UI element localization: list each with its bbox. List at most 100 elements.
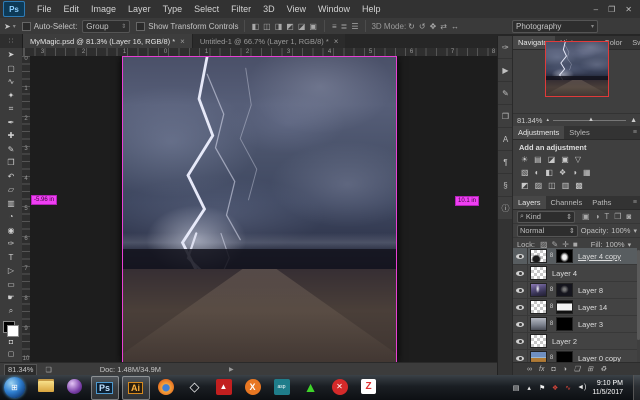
3d-drag-icon[interactable]: ✥ <box>430 22 437 31</box>
menu-item[interactable]: Image <box>85 4 122 14</box>
distribute-bottom-icon[interactable]: ☰ <box>351 22 358 31</box>
close-tab-icon[interactable]: × <box>334 37 339 46</box>
menu-item[interactable]: Select <box>188 4 225 14</box>
restore-button[interactable]: ❐ <box>608 5 615 14</box>
tab-layers[interactable]: Layers <box>513 196 546 209</box>
menu-item[interactable]: Type <box>157 4 189 14</box>
filter-smart-objects-icon[interactable]: ◙ <box>626 212 631 221</box>
type-tool[interactable]: T <box>0 251 22 265</box>
network-icon[interactable]: ∿ <box>564 384 572 392</box>
photoshop[interactable]: Ps <box>91 376 119 400</box>
panel-tab[interactable]: Paths <box>587 196 616 209</box>
horizontal-guide[interactable] <box>122 56 397 57</box>
hidden-icons-arrow[interactable]: ▴ <box>525 384 533 392</box>
panel-tab[interactable]: Channels <box>546 196 588 209</box>
shape-tool[interactable]: ▭ <box>0 278 22 292</box>
layer-style-icon[interactable]: fx <box>539 366 544 373</box>
layer-thumbnail[interactable] <box>530 249 547 263</box>
black-white-icon[interactable]: ◧ <box>545 168 553 177</box>
3d-slide-icon[interactable]: ⇄ <box>440 22 447 31</box>
layer-name[interactable]: Layer 0 copy <box>575 354 621 363</box>
layer-row[interactable]: 8 Layer 3 <box>513 316 637 333</box>
eraser-tool[interactable]: ▱ <box>0 183 22 197</box>
navigator-zoom-slider[interactable]: ▲ <box>553 120 626 121</box>
layer-thumbnail[interactable] <box>530 351 547 362</box>
show-transform-checkbox[interactable] <box>136 22 145 31</box>
3d-roll-icon[interactable]: ↺ <box>419 22 426 31</box>
show-desktop-button[interactable] <box>633 375 640 400</box>
battery-icon[interactable]: ▤ <box>512 384 520 392</box>
visibility-toggle[interactable] <box>513 333 528 349</box>
menu-item[interactable]: Window <box>312 4 356 14</box>
zoom-in-icon[interactable]: ▲ <box>630 117 637 124</box>
history-brush-tool[interactable]: ↶ <box>0 170 22 184</box>
toolbar-collapse-button[interactable]: ∷ <box>0 34 23 48</box>
delete-layer-icon[interactable]: ♻ <box>600 365 606 373</box>
layer-row[interactable]: 8 Layer 4 copy <box>513 248 637 265</box>
panel-menu-icon[interactable]: ≡ <box>633 199 640 206</box>
slider-thumb[interactable]: ▲ <box>588 117 594 123</box>
dodge-tool[interactable]: ◉ <box>0 224 22 238</box>
vertical-guide-left[interactable] <box>122 56 123 362</box>
photo-filter-icon[interactable]: ❖ <box>559 168 566 177</box>
action-center-icon[interactable]: ⚑ <box>538 384 546 392</box>
quick-mask-button[interactable]: ◘ <box>0 337 22 348</box>
acrobat[interactable]: ▲ <box>211 376 237 398</box>
menu-item[interactable]: Filter <box>225 4 257 14</box>
filter-type-layers-icon[interactable]: T <box>604 212 609 221</box>
layer-name[interactable]: Layer 3 <box>575 320 603 329</box>
rectangular-marquee-tool[interactable]: ▢ <box>0 62 22 76</box>
canvas-document[interactable] <box>122 56 397 362</box>
media-sphere[interactable] <box>62 376 88 398</box>
layer-name[interactable]: Layer 4 <box>549 269 577 278</box>
status-menu-icon[interactable]: ❏ <box>45 366 51 374</box>
hue-saturation-icon[interactable]: ▧ <box>521 168 529 177</box>
visibility-toggle[interactable] <box>513 350 528 362</box>
layer-row[interactable]: 8 Layer 2 <box>513 333 637 350</box>
align-bottom-edges-icon[interactable]: ▣ <box>309 22 317 31</box>
clone-source-icon[interactable]: ❐ <box>498 105 513 128</box>
align-vertical-centers-icon[interactable]: ◪ <box>298 22 306 31</box>
layer-mask-thumbnail[interactable] <box>556 283 573 297</box>
illustrator[interactable]: Ai <box>122 376 150 400</box>
zapya[interactable]: Z <box>356 376 382 398</box>
channel-mixer-icon[interactable]: ◑ <box>572 168 577 177</box>
layer-thumbnail[interactable] <box>530 266 547 280</box>
filter-pixel-layers-icon[interactable]: ▣ <box>582 212 590 221</box>
visibility-toggle[interactable] <box>513 316 528 332</box>
new-adjustment-layer-icon[interactable]: ◑ <box>563 366 567 373</box>
cube-app[interactable]: ◇ <box>182 376 208 398</box>
auto-select-mode-dropdown[interactable]: Group ⇕ <box>82 20 130 33</box>
vibrance-icon[interactable]: ▽ <box>575 155 581 164</box>
tab-styles[interactable]: Styles <box>564 126 594 139</box>
brush-presets-icon[interactable]: ✑ <box>498 36 513 59</box>
layer-thumbnail[interactable] <box>530 334 547 348</box>
visibility-toggle[interactable] <box>513 265 528 281</box>
selective-color-icon[interactable]: ▩ <box>575 181 583 190</box>
add-layer-mask-icon[interactable]: ◘ <box>551 366 555 373</box>
tool-preset-caret-icon[interactable]: ▾ <box>13 23 16 30</box>
filter-shape-layers-icon[interactable]: ❒ <box>614 212 621 221</box>
filter-adjustment-layers-icon[interactable]: ◑ <box>595 212 600 221</box>
menu-item[interactable]: Edit <box>58 4 86 14</box>
blend-mode-dropdown[interactable]: Normal ⇕ <box>517 225 578 237</box>
explorer[interactable] <box>33 376 59 398</box>
taskbar-clock[interactable]: 9:10 PM 11/5/2017 <box>586 379 629 397</box>
status-arrow-icon[interactable]: ▶ <box>229 366 234 373</box>
layer-row[interactable]: 8 Layer 14 <box>513 299 637 316</box>
xampp[interactable]: X <box>240 376 266 398</box>
healing-brush-tool[interactable]: ✚ <box>0 129 22 143</box>
layer-thumbnail[interactable] <box>530 300 547 314</box>
align-top-edges-icon[interactable]: ◩ <box>286 22 294 31</box>
document-tab-untitled[interactable]: Untitled-1 @ 66.7% (Layer 1, RGB/8) * × <box>192 34 346 48</box>
layer-mask-thumbnail[interactable] <box>556 249 573 263</box>
layer-filter-dropdown[interactable]: ⌕ Kind ⇕ <box>517 211 575 223</box>
document-tab-mymagic[interactable]: MyMagic.psd @ 81.3% (Layer 16, RGB/8) * … <box>23 34 192 48</box>
pen-tool[interactable]: ✑ <box>0 237 22 251</box>
layer-name[interactable]: Layer 2 <box>549 337 577 346</box>
layer-name[interactable]: Layer 4 copy <box>575 252 621 261</box>
threshold-icon[interactable]: ◫ <box>548 181 556 190</box>
path-selection-tool[interactable]: ▷ <box>0 264 22 278</box>
3d-rotate-icon[interactable]: ↻ <box>408 22 415 31</box>
eyedropper-tool[interactable]: ✒ <box>0 116 22 130</box>
